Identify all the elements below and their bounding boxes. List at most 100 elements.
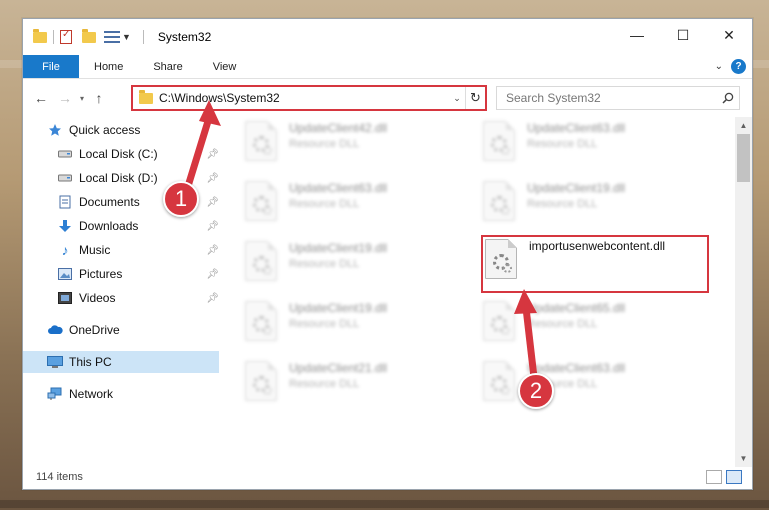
pin-icon[interactable]: 📌︎ [206,293,219,304]
pin-icon[interactable]: 📌︎ [206,221,219,232]
pin-icon[interactable]: 📌︎ [206,197,219,208]
view-options-icon[interactable] [104,31,120,43]
sidebar-item-music[interactable]: ♪ Music 📌︎ [57,239,220,261]
sidebar-item-pictures[interactable]: Pictures 📌︎ [57,263,219,285]
sidebar-item-label: This PC [69,355,112,369]
file-item[interactable]: UpdateClient42.dll Resource DLL [245,121,475,171]
file-name: UpdateClient19.dll [527,181,626,195]
tab-file[interactable]: File [23,55,79,78]
sidebar-item-label: Music [79,243,111,257]
file-name: UpdateClient63.dll [527,121,626,135]
file-type: Resource DLL [527,318,598,330]
file-type: Resource DLL [527,198,598,210]
file-item[interactable]: UpdateClient63.dll Resource DLL [245,181,475,231]
minimize-button[interactable]: — [614,19,660,51]
file-item[interactable]: UpdateClient19.dll Resource DLL [483,181,713,231]
window-controls: — ☐ ✕ [614,19,752,51]
scroll-thumb[interactable] [737,134,750,182]
up-button[interactable]: ↑ [89,90,109,106]
folder-icon [139,89,153,104]
sidebar-item-onedrive[interactable]: OneDrive [47,319,219,341]
tab-view[interactable]: View [198,55,252,78]
sidebar-item-label: Pictures [79,267,123,281]
status-bar: 114 items [23,465,752,489]
file-type: Resource DLL [289,318,360,330]
file-name: UpdateClient19.dll [289,241,388,255]
file-item[interactable]: UpdateClient19.dll Resource DLL [245,241,475,291]
sidebar-item-this-pc[interactable]: This PC [23,351,219,373]
dll-file-icon [483,181,515,221]
dll-file-icon [245,241,277,281]
address-path[interactable]: C:\Windows\System32 [159,91,449,105]
file-name: UpdateClient65.dll [527,301,626,315]
customize-quick-access-icon[interactable]: ▼ [122,32,131,42]
folder-icon[interactable] [33,28,47,43]
divider [142,30,144,44]
maximize-button[interactable]: ☐ [660,19,706,51]
sidebar-item-quick-access[interactable]: Quick access [47,119,219,141]
details-view-icon[interactable] [706,470,722,484]
properties-icon[interactable] [60,29,72,44]
file-type: Resource DLL [289,198,360,210]
drive-icon [57,147,73,161]
address-bar[interactable]: C:\Windows\System32 ⌄ ↻ [131,85,487,111]
dll-file-icon [483,301,515,341]
dll-file-icon [245,181,277,221]
pin-icon[interactable]: 📌︎ [206,245,219,256]
step-marker-1: 1 [163,181,199,217]
recent-locations-icon[interactable]: ▾ [75,94,89,103]
file-name: UpdateClient42.dll [289,121,388,135]
expand-ribbon-icon[interactable]: ⌄ [715,61,723,72]
file-name: UpdateClient63.dll [289,181,388,195]
vertical-scrollbar[interactable]: ▲ ▼ [735,117,752,467]
file-item[interactable]: UpdateClient21.dll Resource DLL [245,361,475,411]
sidebar-item-local-disk-d[interactable]: Local Disk (D:) 📌︎ [57,167,219,189]
sidebar-item-label: Videos [79,291,116,305]
drive-icon [57,171,73,185]
file-item[interactable]: UpdateClient63.dll Resource DLL [483,121,713,171]
refresh-icon[interactable]: ↻ [465,87,485,109]
sidebar-item-videos[interactable]: Videos 📌︎ [57,287,219,309]
sidebar-item-label: Local Disk (C:) [79,147,158,161]
sidebar-item-label: Downloads [79,219,139,233]
pin-icon[interactable]: 📌︎ [206,149,219,160]
address-dropdown-icon[interactable]: ⌄ [449,93,465,104]
new-folder-icon[interactable] [82,28,96,43]
explorer-window: ▼ System32 — ☐ ✕ File Home Share View ⌄ … [22,18,753,490]
file-item[interactable]: UpdateClient65.dll Resource DLL [483,301,713,351]
file-list: UpdateClient42.dll Resource DLL UpdateCli… [219,117,737,467]
tab-home[interactable]: Home [79,55,138,78]
close-button[interactable]: ✕ [706,19,752,51]
navigation-pane: Quick access Local Disk (C:) 📌︎ Local Di… [23,117,219,467]
sidebar-item-downloads[interactable]: Downloads 📌︎ [57,215,219,237]
file-name: UpdateClient19.dll [289,301,388,315]
pin-icon[interactable]: 📌︎ [206,269,219,280]
forward-button[interactable]: → [55,90,75,106]
large-icons-view-icon[interactable] [726,470,742,484]
file-item[interactable]: UpdateClient19.dll Resource DLL [245,301,475,351]
sidebar-item-label: Documents [79,195,140,209]
back-button[interactable]: ← [31,90,51,106]
tab-share[interactable]: Share [138,55,197,78]
help-icon[interactable]: ? [731,59,746,74]
title-bar: ▼ System32 — ☐ ✕ [23,19,752,55]
dll-file-icon [483,121,515,161]
star-icon [47,123,63,137]
sidebar-item-label: Network [69,387,114,401]
sidebar-item-label: Local Disk (D:) [79,171,158,185]
search-placeholder[interactable]: Search System32 [506,91,601,105]
file-highlight-box [481,235,709,293]
sidebar-item-network[interactable]: Network [47,383,219,405]
computer-icon [47,355,63,369]
sidebar-item-local-disk-c[interactable]: Local Disk (C:) 📌︎ [57,143,219,165]
file-name: UpdateClient63.dll [527,361,626,375]
pin-icon[interactable]: 📌︎ [206,173,219,184]
search-icon[interactable] [717,92,739,104]
videos-icon [57,291,73,305]
search-box[interactable]: Search System32 [496,86,740,110]
network-icon [47,387,63,401]
dll-file-icon [245,121,277,161]
scroll-up-icon[interactable]: ▲ [735,117,752,134]
ribbon-tabs: File Home Share View ⌄ ? [23,55,752,79]
item-count: 114 items [36,471,83,483]
